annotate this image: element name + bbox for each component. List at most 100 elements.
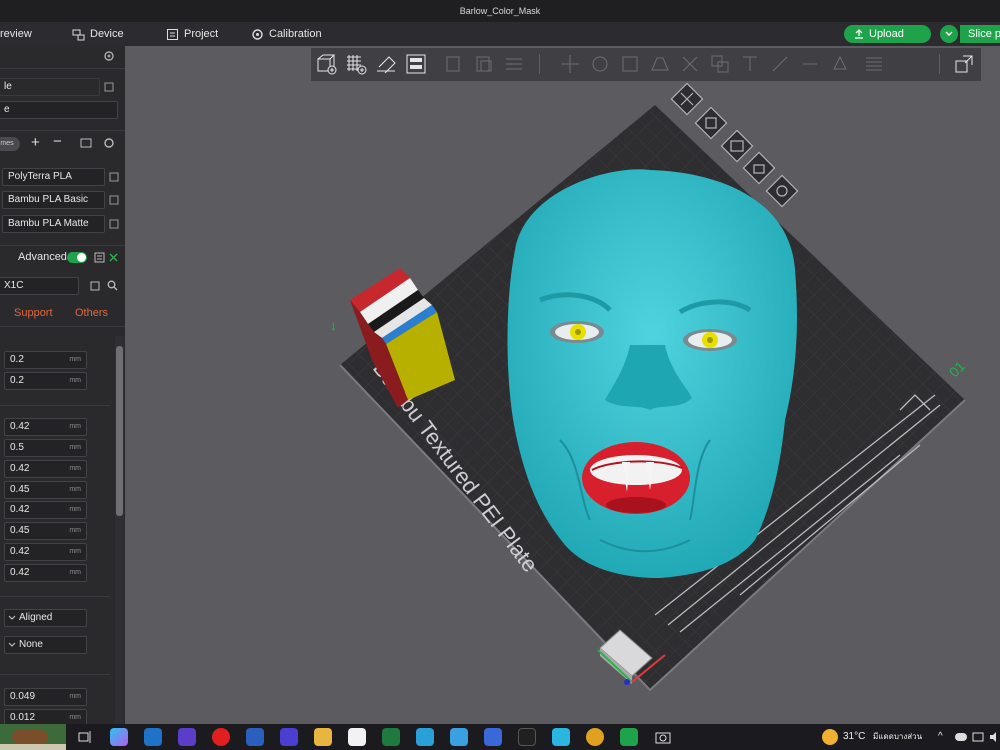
excel-icon[interactable]: [382, 728, 400, 746]
upload-button[interactable]: Upload: [844, 25, 931, 43]
app-icon-10[interactable]: [450, 728, 468, 746]
settings-icon: [765, 174, 799, 208]
sidebar-scrollbar[interactable]: [115, 336, 124, 724]
unit-label: mm: [69, 548, 81, 555]
tab-support[interactable]: Support: [14, 307, 53, 319]
first-layer-line-width-field[interactable]: 0.5 mm: [4, 439, 87, 457]
tab-device[interactable]: Device: [72, 22, 124, 46]
weather-text: มีแดดบางส่วน: [873, 732, 923, 741]
chevron-up-icon[interactable]: ^: [938, 724, 943, 750]
compare-icon[interactable]: [108, 252, 119, 263]
filament-slot-3[interactable]: Bambu PLA Matte: [2, 215, 105, 233]
mesh-boolean-icon: [711, 55, 729, 73]
unit-label: mm: [69, 714, 81, 721]
bottom-value-field-1[interactable]: 0.049 mm: [4, 688, 87, 706]
plate-name-field[interactable]: le: [0, 78, 100, 96]
store-icon[interactable]: [348, 728, 366, 746]
gear-icon[interactable]: [103, 50, 115, 62]
printer-preset-field[interactable]: X1C: [0, 277, 79, 295]
internal-solid-width-field[interactable]: 0.42 mm: [4, 543, 87, 561]
widgets-thumbnail[interactable]: [0, 724, 66, 750]
edit-filament-1-icon[interactable]: [109, 172, 119, 182]
assembly-view-icon[interactable]: [953, 53, 975, 75]
list-view-icon[interactable]: [94, 252, 105, 263]
sync-icon[interactable]: [80, 137, 92, 149]
add-filament-icon[interactable]: +: [31, 134, 40, 151]
app-n-icon[interactable]: [416, 728, 434, 746]
orient-icon[interactable]: [375, 53, 397, 75]
media-player-icon[interactable]: [178, 728, 196, 746]
slice-button[interactable]: Slice p: [960, 25, 1000, 43]
weather-icon[interactable]: [822, 729, 838, 745]
object-toolbar: [311, 48, 981, 81]
edit-filament-3-icon[interactable]: [109, 219, 119, 229]
edit-icon[interactable]: [104, 82, 114, 92]
inner-wall-width-value: 0.45: [10, 484, 30, 495]
3d-viewport[interactable]: 01 ✓ Bambu Textured PEI Plate: [125, 46, 1000, 724]
support-width-field[interactable]: 0.42 mm: [4, 564, 87, 582]
word-icon[interactable]: [246, 728, 264, 746]
rotate-icon: [592, 56, 608, 72]
filament-settings-icon[interactable]: [103, 137, 115, 149]
bottom-value-2: 0.012: [10, 712, 36, 723]
outer-wall-width-value: 0.42: [10, 463, 30, 474]
line-width-field[interactable]: 0.42 mm: [4, 418, 87, 436]
speaker-icon[interactable]: [988, 731, 1000, 743]
remove-filament-icon[interactable]: −: [53, 133, 62, 150]
layer-height-field[interactable]: 0.2 mm: [4, 351, 87, 369]
tab-others[interactable]: Others: [75, 307, 108, 319]
inner-wall-width-field[interactable]: 0.45 mm: [4, 481, 87, 499]
support-paint-icon: [772, 56, 788, 72]
chrome-icon[interactable]: [586, 728, 604, 746]
youtube-icon[interactable]: [212, 728, 230, 746]
tab-calibration[interactable]: Calibration: [251, 22, 322, 46]
filament-slot-2[interactable]: Bambu PLA Basic: [2, 191, 105, 209]
file-explorer-icon[interactable]: [314, 728, 332, 746]
sparse-infill-width-field[interactable]: 0.45 mm: [4, 522, 87, 540]
add-part-icon[interactable]: [315, 53, 337, 75]
save-icon[interactable]: [90, 281, 100, 291]
arrange-icon[interactable]: [405, 53, 427, 75]
seam-position-select[interactable]: Aligned: [4, 609, 87, 627]
search-icon[interactable]: [107, 280, 118, 291]
add-plate-icon[interactable]: [345, 53, 367, 75]
tab-project-label: Project: [184, 28, 219, 40]
line-width-value: 0.42: [10, 421, 30, 432]
upload-icon: [855, 29, 863, 39]
plate-type-field[interactable]: e: [0, 101, 118, 119]
xppen-icon[interactable]: [518, 728, 536, 746]
scrollbar-thumb[interactable]: [116, 346, 123, 516]
task-view-icon[interactable]: [76, 728, 94, 746]
ironing-type-select[interactable]: None: [4, 636, 87, 654]
outer-wall-width-field[interactable]: 0.42 mm: [4, 460, 87, 478]
network-icon[interactable]: [972, 731, 984, 743]
filament-mode-chip[interactable]: mes: [0, 137, 20, 151]
move-icon: [561, 55, 579, 73]
bottom-value-field-2[interactable]: 0.012 mm: [4, 709, 87, 724]
cut-icon: [682, 56, 698, 72]
tab-project[interactable]: Project: [166, 22, 218, 46]
scale-icon: [622, 56, 638, 72]
close-icon: [670, 82, 704, 116]
filament-slot-1[interactable]: PolyTerra PLA: [2, 168, 105, 186]
taskbar: 31°C มีแดดบางส่วน ^: [0, 724, 1000, 750]
edit-filament-2-icon[interactable]: [109, 195, 119, 205]
app-icon-11[interactable]: [484, 728, 502, 746]
camera-icon[interactable]: [654, 728, 672, 746]
bambu-handy-icon[interactable]: [620, 728, 638, 746]
upload-label: Upload: [869, 28, 904, 40]
chevron-down-icon: [8, 615, 16, 620]
advanced-toggle[interactable]: [67, 252, 87, 263]
copilot-icon[interactable]: [110, 728, 128, 746]
top-surface-width-field[interactable]: 0.42 mm: [4, 501, 87, 519]
pen-app-icon[interactable]: [280, 728, 298, 746]
slice-dropdown-button[interactable]: [940, 25, 958, 43]
unit-label: mm: [69, 377, 81, 384]
bambu-studio-icon[interactable]: [552, 728, 570, 746]
tab-calibration-label: Calibration: [269, 28, 322, 40]
tab-preview[interactable]: review: [0, 22, 32, 46]
mail-icon[interactable]: [144, 728, 162, 746]
unit-label: mm: [69, 569, 81, 576]
first-layer-height-field[interactable]: 0.2 mm: [4, 372, 87, 390]
cloud-icon[interactable]: [955, 733, 967, 741]
